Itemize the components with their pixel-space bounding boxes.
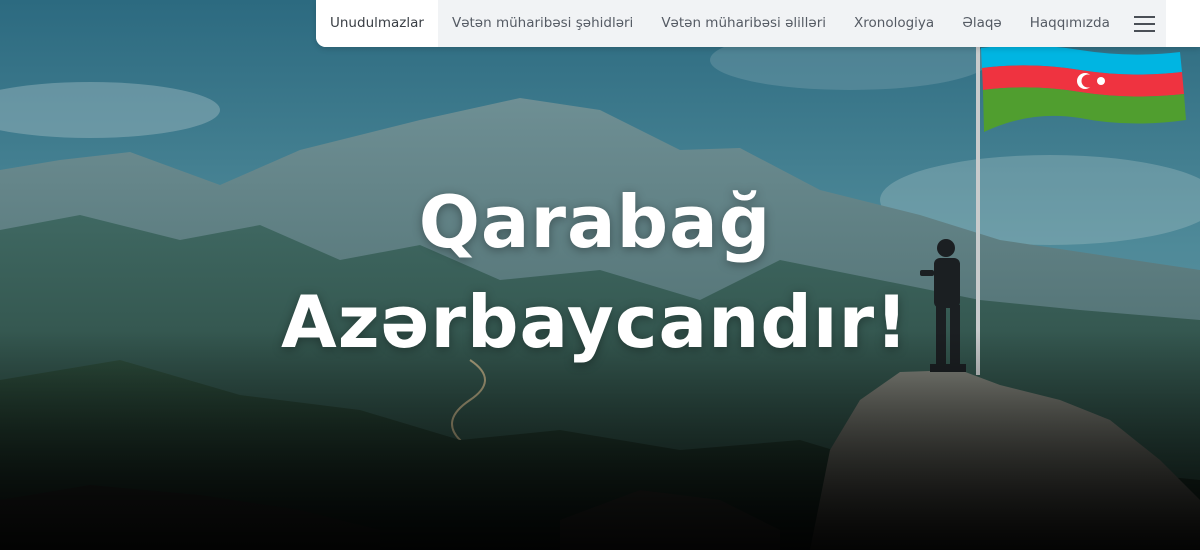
hero-headline-line1: Qarabağ xyxy=(418,180,772,264)
hamburger-menu-icon[interactable] xyxy=(1123,0,1166,47)
nav-item-unudulmazlar[interactable]: Unudulmazlar xyxy=(316,0,438,47)
top-navigation: Unudulmazlar Vətən müharibəsi şəhidləri … xyxy=(316,0,1200,47)
hero-landscape-image xyxy=(0,0,1200,550)
hamburger-line xyxy=(1134,22,1156,25)
nav-item-veten-muharibesi-sehidleri[interactable]: Vətən müharibəsi şəhidləri xyxy=(437,0,648,47)
nav-item-veten-muharibesi-elilleri[interactable]: Vətən müharibəsi əlilləri xyxy=(647,0,841,47)
hero-background xyxy=(0,0,1200,550)
nav-item-xronologiya[interactable]: Xronologiya xyxy=(840,0,949,47)
nav-group: Vətən müharibəsi şəhidləri Vətən müharib… xyxy=(437,0,1124,47)
hero-headline-line2: Azərbaycandır! xyxy=(281,280,909,364)
hamburger-line xyxy=(1134,15,1156,18)
nav-item-haqqimizda[interactable]: Haqqımızda xyxy=(1015,0,1124,47)
hamburger-line xyxy=(1134,29,1156,32)
nav-item-elaqe[interactable]: Əlaqə xyxy=(948,0,1016,47)
